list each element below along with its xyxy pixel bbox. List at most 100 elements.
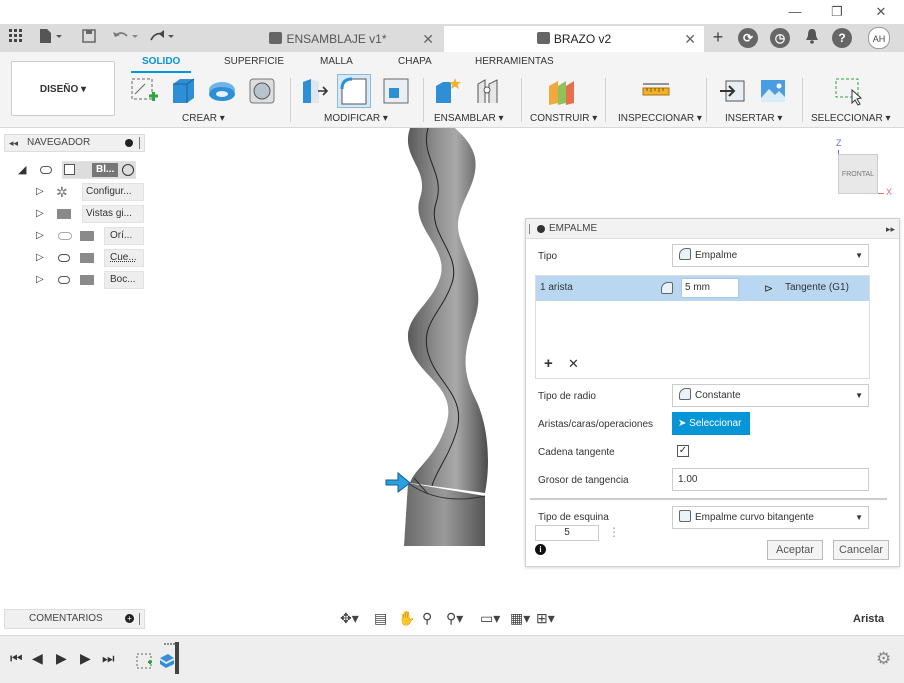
create-sketch-icon[interactable]: [129, 76, 159, 106]
info-icon[interactable]: i: [535, 544, 546, 555]
more-options-icon[interactable]: ⋮: [608, 525, 620, 539]
grid-settings-icon[interactable]: ▦▾: [510, 610, 530, 627]
close-tab-icon[interactable]: ✕: [684, 26, 696, 52]
new-component-icon[interactable]: [433, 76, 463, 106]
expand-arrow-icon[interactable]: ▷: [36, 183, 44, 201]
save-icon[interactable]: [80, 28, 98, 48]
continuity-icon[interactable]: ⊳: [764, 282, 773, 295]
insert-canvas-icon[interactable]: [758, 76, 788, 106]
eye-icon[interactable]: [58, 276, 70, 284]
go-to-end-icon[interactable]: ⏭: [102, 650, 115, 667]
revolve-icon[interactable]: [207, 76, 237, 106]
add-comment-icon[interactable]: +: [125, 614, 134, 623]
tab-ensamblaje[interactable]: ENSAMBLAJE v1* ✕: [214, 26, 442, 52]
edge-selection-arrow-icon[interactable]: [384, 470, 412, 494]
eye-icon[interactable]: [58, 254, 70, 262]
tree-item-named-views[interactable]: ▷ Vistas gi...: [36, 205, 144, 223]
expand-dialog-icon[interactable]: ▸▸: [886, 219, 895, 239]
add-selection-button[interactable]: +: [544, 355, 553, 372]
timeline-features[interactable]: [134, 642, 184, 676]
close-tab-icon[interactable]: ✕: [422, 26, 434, 52]
display-settings-icon[interactable]: ▭▾: [480, 610, 500, 627]
resize-handle[interactable]: [139, 613, 140, 625]
shell-icon[interactable]: [381, 76, 411, 106]
tab-solido[interactable]: SOLIDO: [142, 56, 180, 67]
expand-arrow-icon[interactable]: ▷: [36, 249, 44, 267]
pan-icon[interactable]: ✋: [398, 610, 415, 627]
expand-arrow-icon[interactable]: ▷: [36, 271, 44, 289]
tab-superficie[interactable]: SUPERFICIE: [224, 56, 284, 67]
tree-item-bodies[interactable]: ▷ Cue...: [36, 249, 144, 267]
help-icon[interactable]: ?: [832, 28, 852, 48]
tree-item-root[interactable]: ◢ Bl...: [18, 161, 144, 179]
tree-item-configurations[interactable]: ▷ ✲ Configur...: [36, 183, 144, 201]
group-modificar[interactable]: MODIFICAR ▾: [324, 113, 388, 124]
insert-derive-icon[interactable]: [718, 76, 748, 106]
undo-icon[interactable]: [110, 28, 142, 48]
go-to-start-icon[interactable]: ⏮: [10, 650, 23, 667]
group-seleccionar[interactable]: SELECCIONAR ▾: [811, 113, 890, 124]
selection-window-icon[interactable]: [833, 76, 863, 106]
tab-chapa[interactable]: CHAPA: [398, 56, 432, 67]
extensions-icon[interactable]: ⟳: [738, 28, 758, 48]
timeline-settings-gear-icon[interactable]: ⚙: [876, 649, 891, 669]
radius-input[interactable]: 5 mm: [681, 278, 739, 298]
browser-header[interactable]: ◂◂ NAVEGADOR: [4, 134, 145, 152]
look-at-icon[interactable]: ▤: [374, 610, 387, 627]
play-icon[interactable]: ▶: [56, 650, 67, 667]
close-window-button[interactable]: ✕: [866, 2, 896, 22]
viewcube[interactable]: FRONTAL: [838, 154, 878, 194]
select-edges-button[interactable]: ➤ Seleccionar: [672, 412, 750, 435]
continuity-value[interactable]: Tangente (G1): [785, 282, 849, 293]
extrude-icon[interactable]: [168, 76, 198, 106]
hole-icon[interactable]: [247, 76, 277, 106]
group-ensamblar[interactable]: ENSAMBLAR ▾: [434, 113, 503, 124]
group-construir[interactable]: CONSTRUIR ▾: [530, 113, 597, 124]
expand-arrow-icon[interactable]: ◢: [18, 161, 26, 179]
minimize-button[interactable]: —: [780, 2, 810, 22]
step-back-icon[interactable]: ◀: [32, 650, 43, 667]
collapse-panel-icon[interactable]: ◂◂: [9, 135, 18, 151]
tab-herramientas[interactable]: HERRAMIENTAS: [475, 56, 554, 67]
step-forward-icon[interactable]: ▶: [80, 650, 91, 667]
job-status-icon[interactable]: ◷: [770, 28, 790, 48]
remove-selection-button[interactable]: ✕: [568, 356, 579, 372]
cancel-button[interactable]: Cancelar: [833, 540, 889, 560]
fit-icon[interactable]: ⚲▾: [446, 610, 463, 627]
joint-icon[interactable]: [473, 76, 503, 106]
setback-input[interactable]: 5: [535, 525, 599, 541]
group-crear[interactable]: CREAR ▾: [182, 113, 225, 124]
viewports-icon[interactable]: ⊞▾: [536, 610, 555, 627]
tab-brazo[interactable]: BRAZO v2 ✕: [444, 26, 704, 52]
radius-type-dropdown[interactable]: Constante ▼: [672, 384, 869, 407]
activate-icon[interactable]: [122, 164, 134, 176]
tab-malla[interactable]: MALLA: [320, 56, 353, 67]
tree-item-origin[interactable]: ▷ Orí...: [36, 227, 144, 245]
selection-row[interactable]: 1 arista 5 mm ⊳ Tangente (G1): [536, 276, 869, 301]
orbit-icon[interactable]: ✥▾: [340, 610, 359, 627]
expand-arrow-icon[interactable]: ▷: [36, 227, 44, 245]
pin-icon[interactable]: [125, 139, 133, 147]
corner-type-dropdown[interactable]: Empalme curvo bitangente ▼: [672, 506, 869, 529]
file-menu-icon[interactable]: [36, 28, 66, 48]
group-inspeccionar[interactable]: INSPECCIONAR ▾: [618, 113, 702, 124]
new-tab-icon[interactable]: +: [708, 28, 728, 48]
drag-handle[interactable]: [529, 224, 530, 234]
offset-plane-icon[interactable]: [546, 76, 576, 106]
tree-item-sketches[interactable]: ▷ Boc...: [36, 271, 144, 289]
tangent-weight-input[interactable]: 1.00: [672, 468, 869, 491]
restore-button[interactable]: ❐: [822, 2, 852, 22]
dialog-header[interactable]: EMPALME ▸▸: [526, 219, 899, 239]
group-insertar[interactable]: INSERTAR ▾: [725, 113, 782, 124]
ok-button[interactable]: Aceptar: [767, 540, 823, 560]
user-avatar[interactable]: AH: [868, 27, 890, 49]
workspace-menu-button[interactable]: DISEÑO ▾: [11, 61, 115, 116]
resize-handle[interactable]: [139, 137, 140, 149]
measure-icon[interactable]: [641, 76, 671, 106]
tipo-dropdown[interactable]: Empalme ▼: [672, 244, 869, 267]
redo-icon[interactable]: [146, 28, 178, 48]
fillet-icon[interactable]: [337, 74, 371, 108]
comments-panel[interactable]: COMENTARIOS +: [4, 609, 145, 629]
expand-arrow-icon[interactable]: ▷: [36, 205, 44, 223]
tangent-chain-checkbox[interactable]: ✓: [677, 445, 689, 457]
